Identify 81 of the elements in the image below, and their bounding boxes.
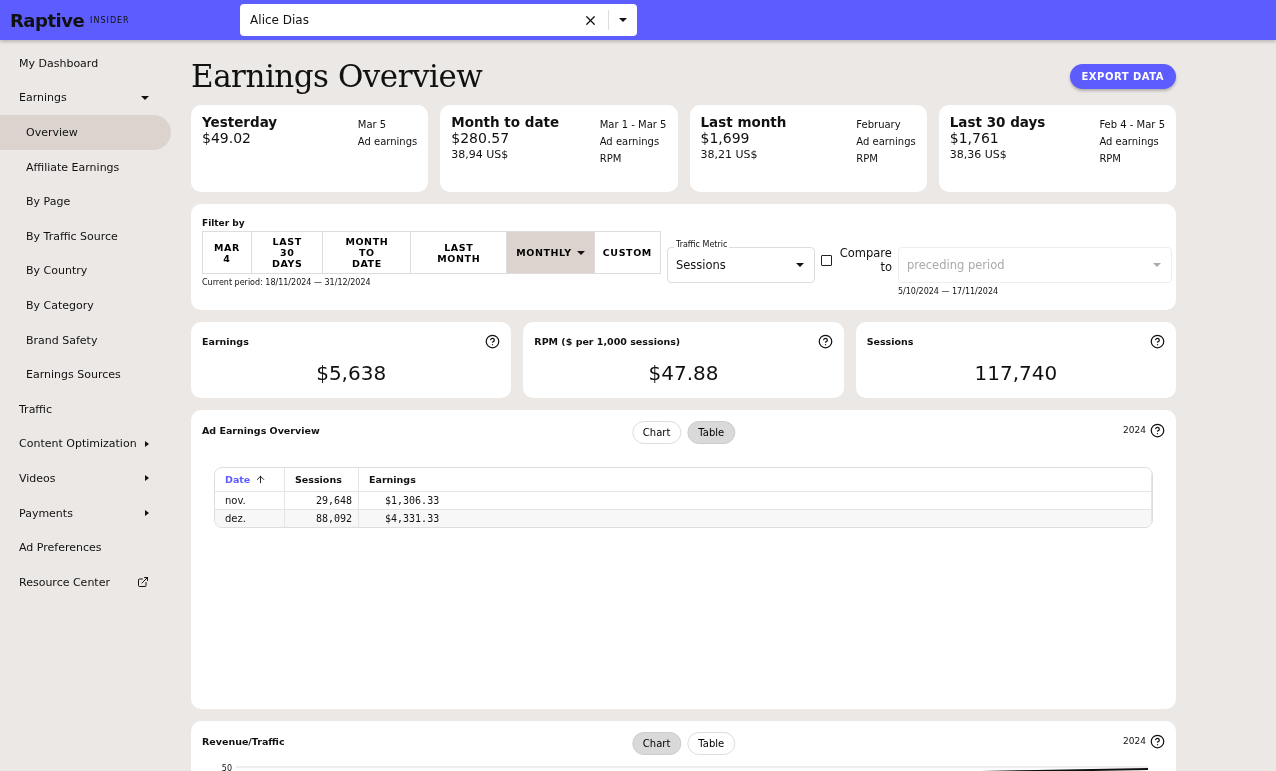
filter-label: Filter by [202, 218, 246, 228]
earnings-label: Ad earnings [599, 135, 661, 149]
metric-value: $5,638 [315, 361, 388, 385]
page-title: Earnings Overview [191, 58, 483, 94]
amount: $1,699 [700, 130, 751, 146]
date-range: Feb 4 - Mar 5 [1099, 118, 1165, 132]
caret-icon[interactable] [619, 18, 628, 22]
caret-icon [141, 95, 149, 100]
table-cell: dez. [215, 510, 285, 527]
compare-label: Compare to [838, 246, 892, 274]
card-title: Month to date [451, 114, 560, 130]
rpm-label: RPM [599, 152, 623, 166]
table-cell: $4,331.33 [359, 510, 1152, 527]
earnings-label: Ad earnings [1099, 135, 1160, 149]
site-select[interactable]: Alice Dias [240, 4, 638, 36]
caret-icon [145, 510, 149, 516]
card-title: Last month [700, 114, 787, 130]
metric-label: RPM ($ per 1,000 sessions) [534, 336, 681, 347]
amount: $1,761 [949, 130, 1000, 146]
compare-range: 5/10/2024 — 17/11/2024 [897, 286, 1000, 298]
period-button[interactable]: MONTHLY [507, 232, 595, 273]
year-label: 2024 [1123, 424, 1146, 437]
rpm-value: 38,94 US$ [451, 147, 510, 163]
caret-icon [145, 440, 149, 447]
sidebar-item[interactable]: Resource Center [0, 564, 171, 600]
date-range: Mar 5 [357, 118, 388, 132]
metric-value: 117,740 [973, 361, 1059, 385]
sidebar-item[interactable]: Overview [0, 115, 171, 150]
metric-label: Earnings [202, 336, 249, 347]
help-icon[interactable] [485, 334, 501, 349]
sidebar-item[interactable]: Affiliate Earnings [0, 149, 171, 185]
amount: $49.02 [202, 130, 252, 146]
card-title: Last 30 days [949, 114, 1046, 130]
logo: Raptive [10, 9, 85, 31]
date-range: February [856, 118, 902, 132]
sort-icon [255, 474, 267, 485]
section-title: Ad Earnings Overview [202, 425, 320, 436]
amount: $280.57 [451, 130, 511, 146]
card-title: Yesterday [202, 114, 278, 130]
section-title: Revenue/Traffic [202, 736, 285, 747]
rpm-label: RPM [856, 152, 879, 166]
sidebar-item[interactable]: By Page [0, 184, 171, 219]
sidebar-item[interactable]: My Dashboard [0, 46, 171, 81]
axis-tick-label: 50 [220, 764, 232, 771]
help-icon[interactable] [1150, 734, 1165, 749]
sidebar-item[interactable]: By Country [0, 253, 171, 289]
view-toggle-button[interactable]: Chart [631, 732, 682, 755]
earnings-label: Ad earnings [357, 135, 418, 149]
sidebar-item[interactable]: Earnings Sources [0, 357, 171, 392]
sidebar-item[interactable]: Payments [0, 495, 171, 531]
view-toggle-button[interactable]: Table [687, 421, 736, 444]
metric-label: Sessions [866, 336, 914, 347]
sidebar-item[interactable]: By Traffic Source [0, 218, 171, 254]
sidebar-item[interactable]: Content Optimization [0, 426, 171, 462]
date-range: Mar 1 - Mar 5 [599, 118, 667, 132]
metric-value: $47.88 [647, 361, 720, 385]
external-link-icon [137, 576, 149, 589]
sidebar-item[interactable]: Videos [0, 461, 171, 496]
help-icon[interactable] [1150, 334, 1165, 349]
view-toggle-button[interactable]: Chart [631, 421, 682, 444]
year-label: 2024 [1123, 735, 1146, 748]
sidebar-item[interactable]: By Category [0, 288, 171, 323]
export-button[interactable]: EXPORT DATA [1069, 63, 1176, 89]
rpm-label: RPM [1099, 152, 1122, 166]
rpm-value: 38,36 US$ [949, 147, 1008, 163]
sidebar-item[interactable]: Brand Safety [0, 322, 171, 358]
current-period: Current period: 18/11/2024 — 31/12/2024 [202, 277, 372, 289]
caret-icon [145, 475, 149, 482]
sidebar-item[interactable]: Ad Preferences [0, 530, 171, 565]
compare-checkbox[interactable] [820, 254, 832, 266]
logo-subtitle: INSIDER [90, 15, 131, 25]
help-icon[interactable] [817, 334, 833, 349]
sidebar-item[interactable]: Earnings [0, 80, 171, 116]
earnings-label: Ad earnings [856, 135, 916, 149]
caret-icon [1152, 263, 1161, 267]
sidebar-item[interactable]: Traffic [0, 391, 171, 427]
table-cell: 88,092 [285, 510, 359, 527]
view-toggle-button[interactable]: Table [687, 732, 736, 755]
field-label: Traffic Metric [673, 240, 730, 250]
rpm-value: 38,21 US$ [700, 147, 759, 163]
help-icon[interactable] [1150, 423, 1165, 438]
